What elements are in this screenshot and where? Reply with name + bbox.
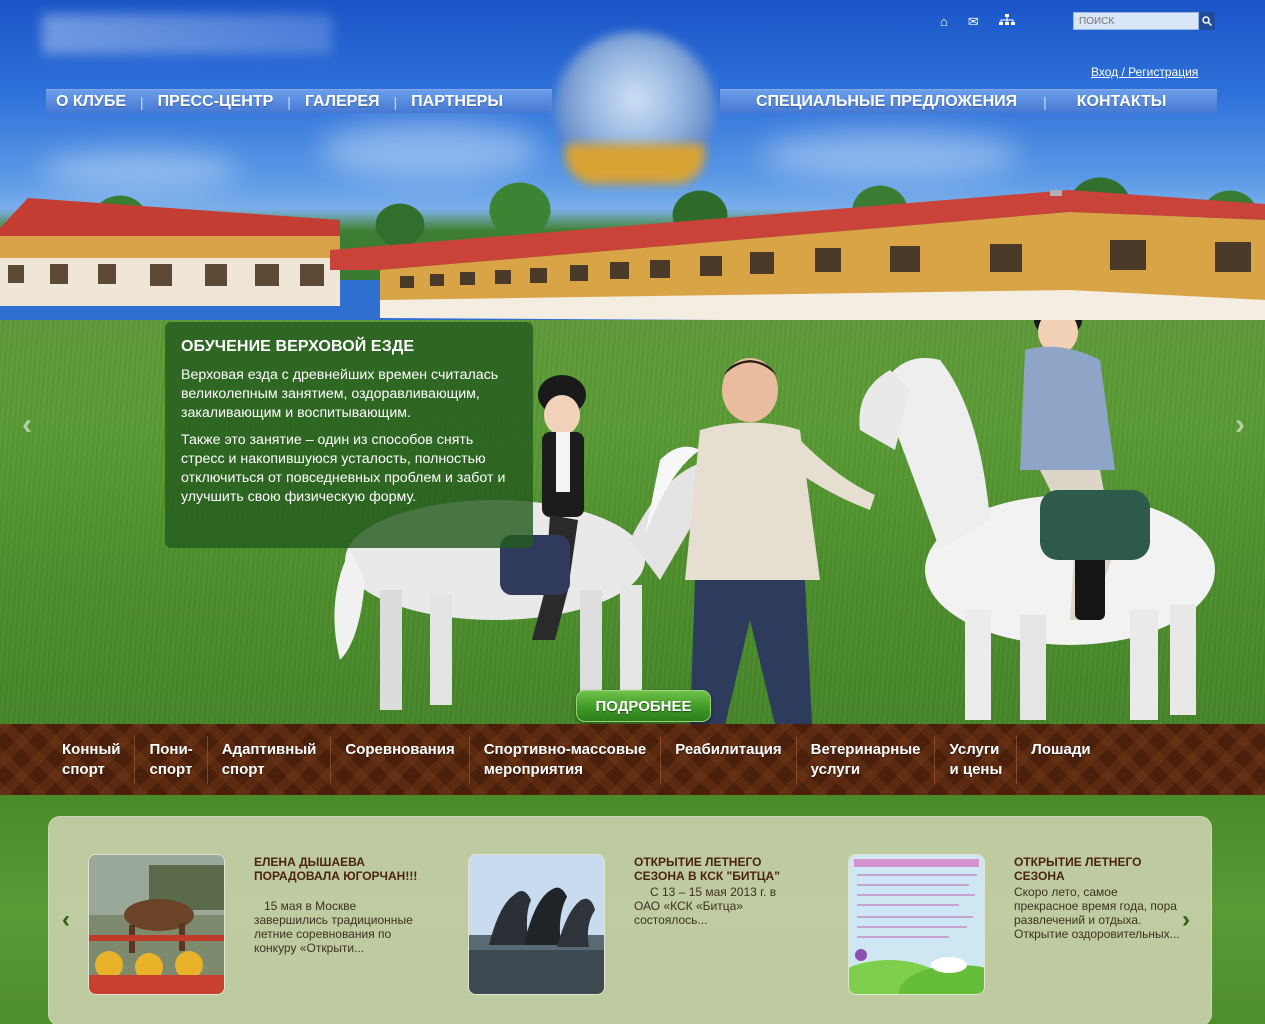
news-excerpt: Скоро лето, самое прекрасное время года,… (1014, 885, 1180, 941)
header-blurred-text (42, 14, 332, 54)
search-box (1073, 12, 1215, 30)
news-title[interactable]: ЕЛЕНА ДЫШАЕВА ПОРАДОВАЛА ЮГОРЧАН!!! (254, 855, 419, 883)
nav-item-gallery[interactable]: ГАЛЕРЕЯ (291, 93, 394, 111)
nav-item-about-club[interactable]: О КЛУБЕ (46, 93, 140, 111)
more-button[interactable]: ПОДРОБНЕЕ (576, 690, 711, 722)
category-horses[interactable]: Лошади (1017, 732, 1104, 788)
category-horse-sport[interactable]: Конный спорт (48, 732, 134, 788)
hero-paragraph-1: Верховая езда с древнейших времен считал… (181, 367, 499, 421)
news-prev-arrow[interactable]: ‹ (62, 906, 70, 934)
main-nav-right: СПЕЦИАЛЬНЫЕ ПРЕДЛОЖЕНИЯ | КОНТАКТЫ (720, 89, 1217, 113)
news-item[interactable]: ОТКРЫТИЕ ЛЕТНЕГО СЕЗОНА В КСК "БИТЦА" С … (469, 855, 799, 995)
sitemap-icon[interactable] (998, 14, 1015, 30)
nav-item-special-offers[interactable]: СПЕЦИАЛЬНЫЕ ПРЕДЛОЖЕНИЯ (720, 93, 1043, 111)
hero-next-arrow[interactable]: › (1235, 408, 1245, 442)
nav-item-press-center[interactable]: ПРЕСС-ЦЕНТР (144, 93, 288, 111)
category-services-prices[interactable]: Услуги и цены (935, 732, 1016, 788)
top-icons: ⌂ ✉ (940, 14, 1015, 30)
search-icon[interactable] (1199, 12, 1215, 30)
category-mass-events[interactable]: Спортивно-массовые мероприятия (470, 732, 661, 788)
nav-item-partners[interactable]: ПАРТНЕРЫ (397, 93, 517, 111)
category-nav: Конный спорт Пони- спорт Адаптивный спор… (48, 732, 1105, 788)
home-icon[interactable]: ⌂ (940, 14, 948, 30)
stable-building (0, 190, 1265, 330)
category-veterinary[interactable]: Ветеринарные услуги (797, 732, 935, 788)
hero-paragraph-2: Также это занятие – один из способов сня… (181, 432, 506, 505)
news-item[interactable]: ЕЛЕНА ДЫШАЕВА ПОРАДОВАЛА ЮГОРЧАН!!! 15 м… (89, 855, 419, 995)
news-title[interactable]: ОТКРЫТИЕ ЛЕТНЕГО СЕЗОНА В КСК "БИТЦА" (634, 855, 799, 883)
category-adaptive-sport[interactable]: Адаптивный спорт (208, 732, 331, 788)
news-item[interactable]: ОТКРЫТИЕ ЛЕТНЕГО СЕЗОНА Скоро лето, само… (849, 855, 1180, 995)
news-excerpt: С 13 – 15 мая 2013 г. в ОАО «КСК «Битца»… (634, 885, 777, 927)
hero-title: ОБУЧЕНИЕ ВЕРХОВОЙ ЕЗДЕ (181, 338, 415, 355)
hero-info-box: ОБУЧЕНИЕ ВЕРХОВОЙ ЕЗДЕ Верховая езда с д… (165, 322, 533, 548)
news-excerpt: 15 мая в Москве завершились традиционные… (254, 899, 413, 955)
category-rehabilitation[interactable]: Реабилитация (661, 732, 795, 788)
mail-icon[interactable]: ✉ (968, 14, 979, 30)
category-pony-sport[interactable]: Пони- спорт (135, 732, 206, 788)
news-thumbnail[interactable] (469, 855, 604, 994)
hero-prev-arrow[interactable]: ‹ (22, 408, 32, 442)
login-register-link[interactable]: Вход / Регистрация (1091, 65, 1198, 79)
club-logo[interactable] (551, 32, 719, 187)
category-competitions[interactable]: Соревнования (331, 732, 468, 788)
news-title[interactable]: ОТКРЫТИЕ ЛЕТНЕГО СЕЗОНА (1014, 855, 1179, 883)
main-nav-left: О КЛУБЕ | ПРЕСС-ЦЕНТР | ГАЛЕРЕЯ | ПАРТНЕ… (46, 89, 552, 113)
news-thumbnail[interactable] (849, 855, 984, 994)
news-thumbnail[interactable] (89, 855, 224, 994)
nav-item-contacts[interactable]: КОНТАКТЫ (1047, 93, 1181, 111)
search-input[interactable] (1073, 12, 1199, 30)
